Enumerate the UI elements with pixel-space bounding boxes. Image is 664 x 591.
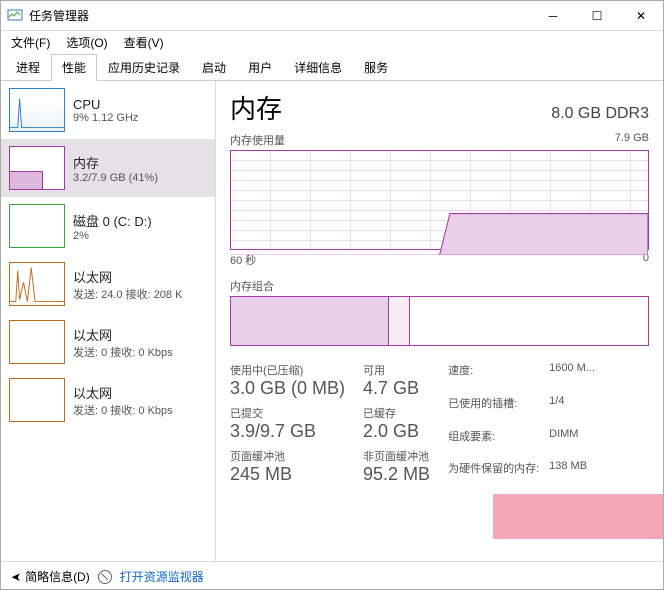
sidebar-item-label: 以太网 [73, 383, 173, 402]
sidebar-item-label: 以太网 [73, 267, 182, 286]
menu-file[interactable]: 文件(F) [7, 32, 54, 53]
sidebar-item-sub: 发送: 0 接收: 0 Kbps [73, 344, 173, 360]
sidebar-item-label: 内存 [73, 153, 158, 172]
chevron-down-icon[interactable]: ➤ [11, 570, 21, 584]
sidebar-item-sub: 发送: 0 接收: 0 Kbps [73, 402, 173, 418]
ethernet-thumb-icon [9, 320, 65, 364]
memory-composition-bar [230, 296, 649, 346]
fewer-details-link[interactable]: 简略信息(D) [25, 568, 90, 585]
tab-apphistory[interactable]: 应用历史记录 [97, 54, 191, 81]
paged-value: 245 MB [230, 464, 345, 485]
titlebar: 任务管理器 ─ ☐ ✕ [1, 1, 663, 31]
sidebar-item-label: 磁盘 0 (C: D:) [73, 211, 152, 230]
window-controls: ─ ☐ ✕ [531, 1, 663, 31]
sidebar-item-cpu[interactable]: CPU9% 1.12 GHz [1, 81, 215, 139]
commit-label: 已提交 [230, 405, 345, 421]
sidebar-item-sub: 发送: 24.0 接收: 208 K [73, 286, 182, 302]
cached-label: 已缓存 [363, 405, 430, 421]
graph-max: 7.9 GB [615, 132, 649, 148]
hw-label: 为硬件保留的内存: [448, 460, 539, 491]
slots-label: 已使用的插槽: [448, 395, 539, 426]
ethernet-thumb-icon [9, 262, 65, 306]
main-panel: 内存 8.0 GB DDR3 内存使用量 7.9 GB 60 秒 0 内存组合 … [216, 81, 663, 561]
overlay-block [493, 494, 663, 539]
tab-users[interactable]: 用户 [237, 54, 283, 81]
menu-view[interactable]: 查看(V) [120, 32, 168, 53]
sidebar-item-label: 以太网 [73, 325, 173, 344]
slots-value: 1/4 [549, 395, 595, 426]
sidebar-item-disk[interactable]: 磁盘 0 (C: D:)2% [1, 197, 215, 255]
tab-details[interactable]: 详细信息 [283, 54, 353, 81]
tab-strip: 进程 性能 应用历史记录 启动 用户 详细信息 服务 [1, 53, 663, 81]
memory-thumb-icon [9, 146, 65, 190]
sidebar-item-ethernet-1[interactable]: 以太网发送: 0 接收: 0 Kbps [1, 313, 215, 371]
content-area: CPU9% 1.12 GHz 内存3.2/7.9 GB (41%) 磁盘 0 (… [1, 81, 663, 561]
stats-area: 使用中(已压缩) 3.0 GB (0 MB) 已提交 3.9/9.7 GB 页面… [230, 362, 649, 491]
minimize-button[interactable]: ─ [531, 1, 575, 31]
tab-performance[interactable]: 性能 [51, 54, 97, 81]
avail-label: 可用 [363, 362, 430, 378]
memory-spec: 8.0 GB DDR3 [551, 105, 649, 123]
disk-thumb-icon [9, 204, 65, 248]
window-title: 任务管理器 [29, 7, 89, 24]
resource-monitor-icon [98, 570, 112, 584]
app-icon [7, 8, 23, 24]
page-title: 内存 [230, 89, 282, 126]
ethernet-thumb-icon [9, 378, 65, 422]
avail-value: 4.7 GB [363, 378, 430, 399]
comp-inuse-seg [231, 297, 389, 345]
sidebar-item-ethernet-2[interactable]: 以太网发送: 0 接收: 0 Kbps [1, 371, 215, 429]
open-resource-monitor-link[interactable]: 打开资源监视器 [120, 568, 204, 585]
menu-options[interactable]: 选项(O) [62, 32, 111, 53]
composition-title: 内存组合 [230, 278, 649, 294]
tab-processes[interactable]: 进程 [5, 54, 51, 81]
tab-startup[interactable]: 启动 [191, 54, 237, 81]
speed-label: 速度: [448, 362, 539, 393]
menubar: 文件(F) 选项(O) 查看(V) [1, 31, 663, 53]
commit-value: 3.9/9.7 GB [230, 421, 345, 442]
sidebar-item-label: CPU [73, 97, 138, 112]
graph-title: 内存使用量 [230, 132, 285, 148]
inuse-value: 3.0 GB (0 MB) [230, 378, 345, 399]
cpu-thumb-icon [9, 88, 65, 132]
sidebar-item-sub: 3.2/7.9 GB (41%) [73, 172, 158, 184]
nonpaged-label: 非页面缓冲池 [363, 448, 430, 464]
paged-label: 页面缓冲池 [230, 448, 345, 464]
comp-modified-seg [389, 297, 410, 345]
nonpaged-value: 95.2 MB [363, 464, 430, 485]
form-value: DIMM [549, 428, 595, 459]
tab-services[interactable]: 服务 [353, 54, 399, 81]
sidebar-item-sub: 9% 1.12 GHz [73, 112, 138, 124]
speed-value: 1600 M... [549, 362, 595, 393]
sidebar: CPU9% 1.12 GHz 内存3.2/7.9 GB (41%) 磁盘 0 (… [1, 81, 216, 561]
inuse-label: 使用中(已压缩) [230, 362, 345, 378]
form-label: 组成要素: [448, 428, 539, 459]
kv-grid: 速度: 1600 M... 已使用的插槽: 1/4 组成要素: DIMM 为硬件保留的… [448, 362, 595, 491]
close-button[interactable]: ✕ [619, 1, 663, 31]
cached-value: 2.0 GB [363, 421, 430, 442]
sidebar-item-memory[interactable]: 内存3.2/7.9 GB (41%) [1, 139, 215, 197]
memory-usage-graph [230, 150, 649, 250]
hw-value: 138 MB [549, 460, 595, 491]
footer: ➤ 简略信息(D) 打开资源监视器 [1, 561, 663, 591]
sidebar-item-ethernet-0[interactable]: 以太网发送: 24.0 接收: 208 K [1, 255, 215, 313]
sidebar-item-sub: 2% [73, 230, 152, 242]
maximize-button[interactable]: ☐ [575, 1, 619, 31]
